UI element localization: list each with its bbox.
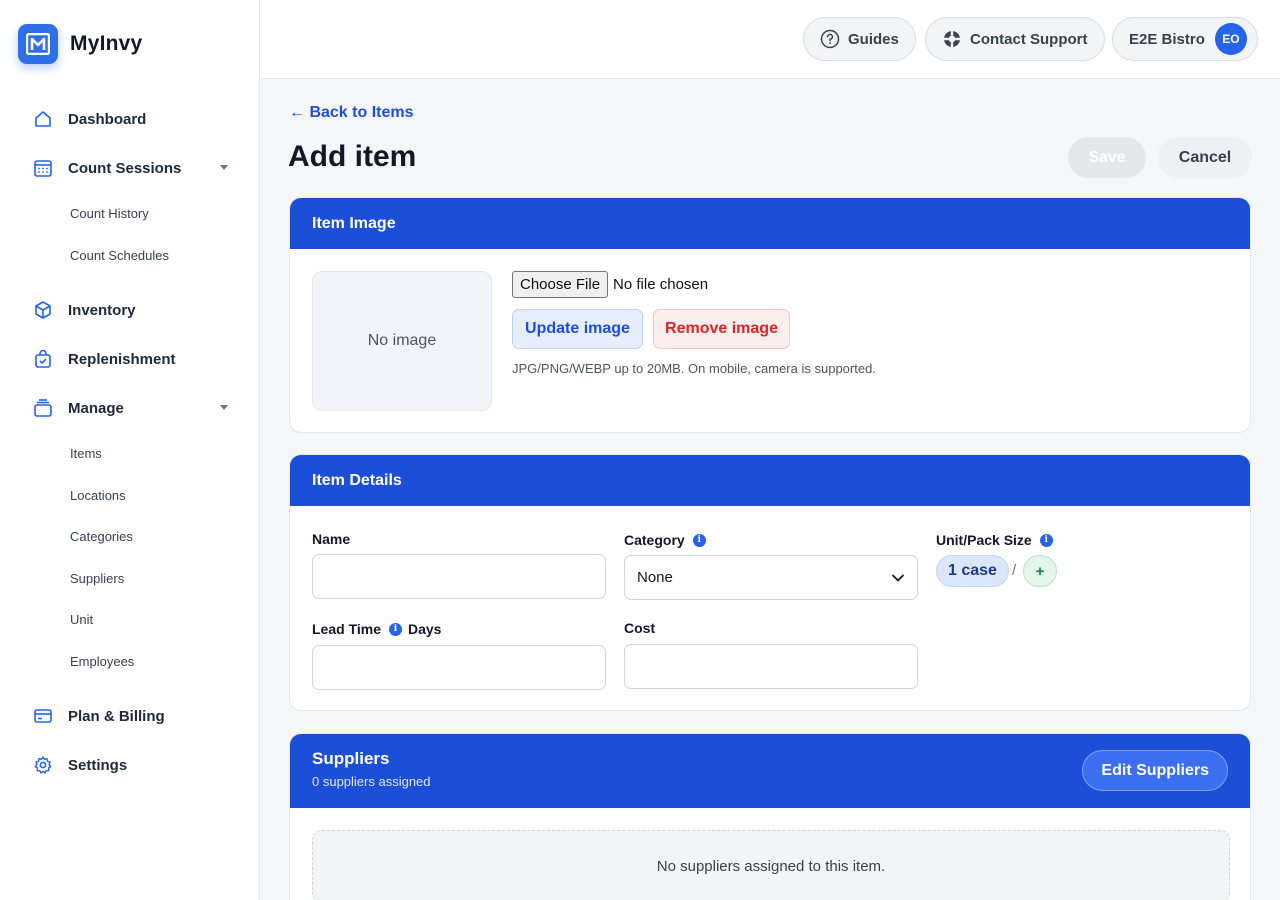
file-status: No file chosen [613,276,709,293]
suppliers-header: Suppliers 0 suppliers assigned Edit Supp… [290,734,1250,808]
info-icon[interactable]: i [389,622,402,636]
lead-time-label: Lead Time i Days [312,621,441,637]
suppliers-count: 0 suppliers assigned [312,774,431,789]
guides-label: Guides [848,30,899,48]
sidebar-item-settings[interactable]: Settings [32,753,232,777]
sidebar-subitem-items[interactable]: Items [70,446,102,461]
unit-separator: / [1012,562,1017,579]
sidebar-item-replenishment[interactable]: Replenishment [32,347,232,371]
image-placeholder: No image [312,271,492,411]
name-label: Name [312,531,350,547]
sidebar-subitem-count-history[interactable]: Count History [70,206,149,221]
sidebar-item-label: Manage [68,399,124,417]
chevron-down-icon[interactable] [220,405,228,410]
category-label: Category i [624,532,706,548]
suppliers-card: Suppliers 0 suppliers assigned Edit Supp… [289,733,1251,900]
app-root: MyInvy Dashboard Count Sessions Count Hi… [0,0,1280,900]
add-unit-button[interactable]: + [1023,555,1057,587]
workspace-label: E2E Bistro [1129,30,1205,48]
sidebar-item-plan-billing[interactable]: Plan & Billing [32,704,232,728]
sidebar-item-label: Plan & Billing [68,707,165,725]
home-icon [32,108,54,130]
info-icon[interactable]: i [692,533,706,547]
workspace-menu-button[interactable]: E2E Bistro EO [1112,17,1258,61]
unit-pack-size-label-text: Unit/Pack Size [936,532,1032,548]
item-image-heading: Item Image [290,198,1250,249]
suppliers-heading: Suppliers [312,749,390,768]
top-bar: Guides Contact Support E2E Bistro EO [260,0,1280,79]
calendar-icon [32,157,54,179]
sidebar-item-dashboard[interactable]: Dashboard [32,107,232,131]
sidebar-item-label: Inventory [68,301,136,319]
sidebar-item-label: Settings [68,756,128,774]
cancel-button[interactable]: Cancel [1158,137,1252,178]
avatar: EO [1214,23,1247,55]
help-circle-icon [820,29,840,49]
name-label-text: Name [312,531,351,547]
save-button[interactable]: Save [1068,137,1146,178]
choose-file-button[interactable]: Choose File [512,271,609,298]
sidebar: MyInvy Dashboard Count Sessions Count Hi… [0,0,260,900]
sidebar-subitem-suppliers[interactable]: Suppliers [70,571,124,586]
sidebar-subitem-employees[interactable]: Employees [70,654,134,669]
file-input: Choose File No file chosen [512,271,708,298]
contact-support-button[interactable]: Contact Support [925,17,1105,61]
back-to-items-link[interactable]: ← Back to Items [289,104,413,122]
item-details-card: Item Details Name Category i None Unit/P… [289,454,1251,711]
cost-label-text: Cost [624,620,656,636]
name-field[interactable] [312,554,606,599]
remove-image-button[interactable]: Remove image [653,309,790,349]
sidebar-item-count-sessions[interactable]: Count Sessions [32,156,232,180]
image-hint: JPG/PNG/WEBP up to 20MB. On mobile, came… [512,361,876,376]
contact-support-label: Contact Support [970,30,1088,48]
page-title: Add item [288,140,417,173]
app-name: MyInvy [70,32,143,55]
sidebar-subitem-unit[interactable]: Unit [70,612,93,627]
sidebar-item-inventory[interactable]: Inventory [32,298,232,322]
chevron-down-icon [891,571,905,589]
sidebar-subitem-categories[interactable]: Categories [70,529,133,544]
app-logo-icon [18,24,58,64]
sidebar-item-manage[interactable]: Manage [32,396,232,420]
sidebar-item-label: Replenishment [68,350,176,368]
box-icon [32,299,54,321]
brand[interactable]: MyInvy [18,24,142,64]
sidebar-item-label: Dashboard [68,110,147,128]
info-icon[interactable]: i [1039,533,1053,547]
suppliers-empty-state: No suppliers assigned to this item. [312,830,1230,900]
shopping-bag-icon [32,348,54,370]
category-selected-value: None [637,569,673,586]
chevron-down-icon[interactable] [220,165,228,170]
sidebar-subitem-locations[interactable]: Locations [70,488,126,503]
item-image-card: Item Image No image Choose File No file … [289,197,1251,433]
sidebar-item-label: Count Sessions [68,159,182,177]
cost-field[interactable] [624,644,918,689]
credit-card-icon [32,705,54,727]
item-details-heading: Item Details [290,455,1250,506]
lead-time-label-text: Lead Time [312,621,381,637]
sidebar-subitem-count-schedules[interactable]: Count Schedules [70,248,169,263]
lifebuoy-icon [942,29,962,49]
update-image-button[interactable]: Update image [512,309,643,349]
guides-button[interactable]: Guides [803,17,916,61]
category-select[interactable]: None [624,555,918,600]
stack-icon [32,397,54,419]
gear-icon [32,754,54,776]
unit-pack-size-label: Unit/Pack Size i [936,532,1053,548]
cost-label: Cost [624,620,655,636]
lead-time-field[interactable] [312,645,606,690]
lead-time-unit: Days [408,621,442,637]
category-label-text: Category [624,532,685,548]
edit-suppliers-button[interactable]: Edit Suppliers [1082,750,1228,791]
unit-chip[interactable]: 1 case [936,555,1009,587]
